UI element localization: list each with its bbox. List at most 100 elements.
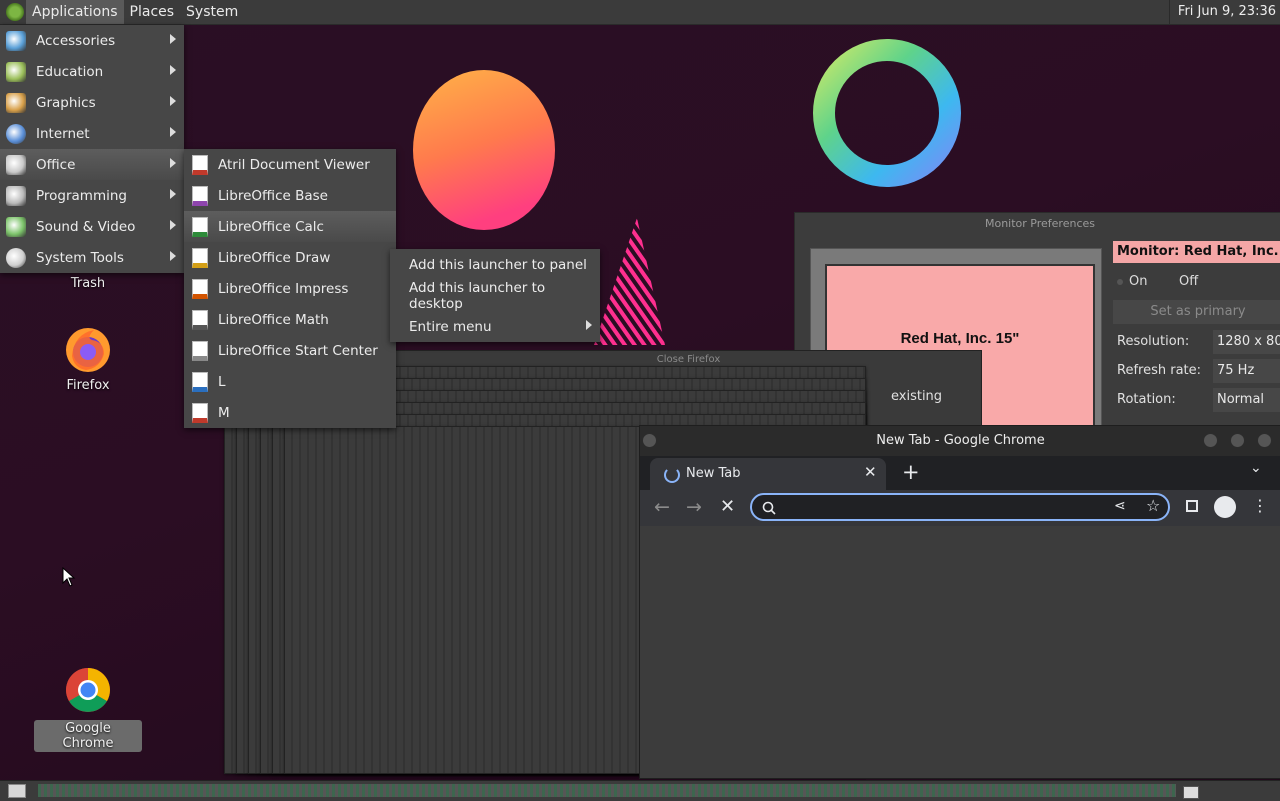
back-icon[interactable]: ← [654, 496, 670, 518]
omnibox-search-icon [762, 501, 776, 515]
office-menu-item[interactable]: LibreOffice Start Center [184, 335, 396, 366]
context-menu-item[interactable]: Entire menu [390, 311, 600, 342]
tab-loading-icon [664, 467, 680, 483]
omnibox[interactable]: ⋖ ☆ [750, 493, 1170, 521]
chrome-label: Google Chrome [34, 720, 142, 752]
office-menu-item[interactable]: LibreOffice Base [184, 180, 396, 211]
apps-menu-item-office[interactable]: Office [0, 149, 184, 180]
submenu-arrow-icon [170, 251, 176, 261]
side-panel-icon[interactable] [1186, 500, 1198, 512]
forward-icon[interactable]: → [686, 496, 702, 518]
office-menu-item[interactable]: LibreOffice Math [184, 304, 396, 335]
applications-menu[interactable]: Applications [26, 0, 124, 24]
workspace-switcher-icon[interactable] [1183, 786, 1199, 799]
chrome-tabstrip: New Tab ✕ + ⌄ [640, 456, 1280, 490]
tab-search-icon[interactable]: ⌄ [1250, 460, 1262, 476]
monitor-preview-name: Red Hat, Inc. 15" [900, 330, 1020, 347]
share-icon[interactable]: ⋖ [1114, 498, 1126, 514]
sound-video-icon [6, 216, 26, 237]
applications-icon[interactable] [6, 3, 24, 21]
office-menu-item-label: LibreOffice Base [218, 187, 328, 204]
bookmark-star-icon[interactable]: ☆ [1146, 496, 1160, 515]
chrome-titlebar[interactable]: New Tab - Google Chrome [640, 426, 1280, 456]
office-menu-item-label: L [218, 373, 226, 390]
on-radio-indicator [1117, 279, 1123, 285]
firefox-label: Firefox [66, 378, 110, 393]
apps-menu-item-education[interactable]: Education [0, 56, 184, 87]
submenu-arrow-icon [170, 96, 176, 106]
resolution-select[interactable]: 1280 x 800 [1213, 330, 1280, 354]
office-menu-item-label: LibreOffice Calc [218, 218, 324, 235]
rotation-select[interactable]: Normal [1213, 388, 1280, 412]
programming-icon [6, 185, 26, 206]
refresh-select[interactable]: 75 Hz [1213, 359, 1280, 383]
chrome-tab[interactable]: New Tab ✕ [650, 458, 886, 490]
firefox-icon [66, 328, 110, 372]
chrome-menu-icon[interactable]: ⋮ [1252, 496, 1268, 515]
top-panel: Applications Places System Fri Jun 9, 23… [0, 0, 1280, 25]
apps-menu-item-graphics[interactable]: Graphics [0, 87, 184, 118]
office-menu-item[interactable]: LibreOffice Draw [184, 242, 396, 273]
window-list-strip[interactable] [38, 784, 1176, 797]
office-menu-item[interactable]: LibreOffice Impress [184, 273, 396, 304]
office-menu-item[interactable]: LibreOffice Calc [184, 211, 396, 242]
submenu-arrow-icon [170, 34, 176, 44]
apps-menu-item-label: Programming [36, 187, 127, 204]
set-primary-button[interactable]: Set as primary [1113, 300, 1280, 324]
apps-menu-item-sound-video[interactable]: Sound & Video [0, 211, 184, 242]
context-menu-item[interactable]: Add this launcher to panel [390, 249, 600, 280]
close-firefox-title: Close Firefox [656, 354, 721, 365]
graphics-icon [6, 92, 26, 113]
show-desktop-icon[interactable] [8, 784, 26, 798]
document-icon [192, 247, 208, 268]
chrome-content [640, 526, 1280, 778]
clock[interactable]: Fri Jun 9, 23:36 [1168, 0, 1276, 24]
off-label: Off [1179, 274, 1199, 289]
off-radio[interactable]: Off [1167, 274, 1198, 289]
omnibox-input[interactable] [784, 498, 1108, 518]
office-menu-item[interactable]: Atril Document Viewer [184, 149, 396, 180]
close-window-button[interactable] [1257, 433, 1272, 448]
apps-menu-item-system-tools[interactable]: System Tools [0, 242, 184, 273]
system-menu[interactable]: System [180, 0, 244, 24]
apps-menu-item-label: Education [36, 63, 104, 80]
minimize-button[interactable] [1203, 433, 1218, 448]
refresh-label: Refresh rate: [1117, 363, 1202, 378]
office-menu-item[interactable]: L [184, 366, 396, 397]
stop-icon[interactable]: ✕ [720, 496, 735, 517]
tab-close-icon[interactable]: ✕ [864, 463, 877, 481]
apps-menu-item-label: Office [36, 156, 76, 173]
context-menu-item-label: Add this launcher to panel [409, 256, 587, 273]
profile-icon[interactable] [1214, 496, 1236, 518]
places-menu[interactable]: Places [124, 0, 181, 24]
submenu-arrow-icon [170, 189, 176, 199]
trash-desktop-icon[interactable]: Trash [48, 276, 128, 291]
maximize-button[interactable] [1230, 433, 1245, 448]
office-menu-item[interactable]: M [184, 397, 396, 428]
apps-menu-item-label: System Tools [36, 249, 124, 266]
submenu-arrow-icon [586, 320, 592, 330]
office-menu-item-label: LibreOffice Impress [218, 280, 349, 297]
submenu-arrow-icon [170, 220, 176, 230]
apps-menu-item-programming[interactable]: Programming [0, 180, 184, 211]
document-icon [192, 154, 208, 175]
resolution-label: Resolution: [1117, 334, 1190, 349]
document-icon [192, 340, 208, 361]
apps-menu-item-label: Accessories [36, 32, 116, 49]
new-tab-icon[interactable]: + [902, 460, 920, 484]
context-menu-item[interactable]: Add this launcher to desktop [390, 279, 600, 312]
office-icon [6, 154, 26, 175]
apps-menu-item-accessories[interactable]: Accessories [0, 25, 184, 56]
chrome-window: New Tab - Google Chrome New Tab ✕ + ⌄ ← … [639, 425, 1280, 779]
tab-label: New Tab [686, 466, 741, 481]
chrome-desktop-icon[interactable]: Google Chrome [34, 666, 142, 752]
context-menu-item-label: Add this launcher to desktop [409, 279, 546, 312]
apps-menu-item-internet[interactable]: Internet [0, 118, 184, 149]
firefox-desktop-icon[interactable]: Firefox [48, 326, 128, 393]
chrome-title: New Tab - Google Chrome [876, 433, 1045, 448]
system-tools-icon [6, 247, 26, 268]
monitor-prefs-title: Monitor Preferences [984, 217, 1095, 230]
on-radio[interactable]: On [1117, 274, 1147, 289]
office-menu-item-label: Atril Document Viewer [218, 156, 370, 173]
office-submenu: Atril Document Viewer LibreOffice Base Lib… [184, 149, 396, 428]
